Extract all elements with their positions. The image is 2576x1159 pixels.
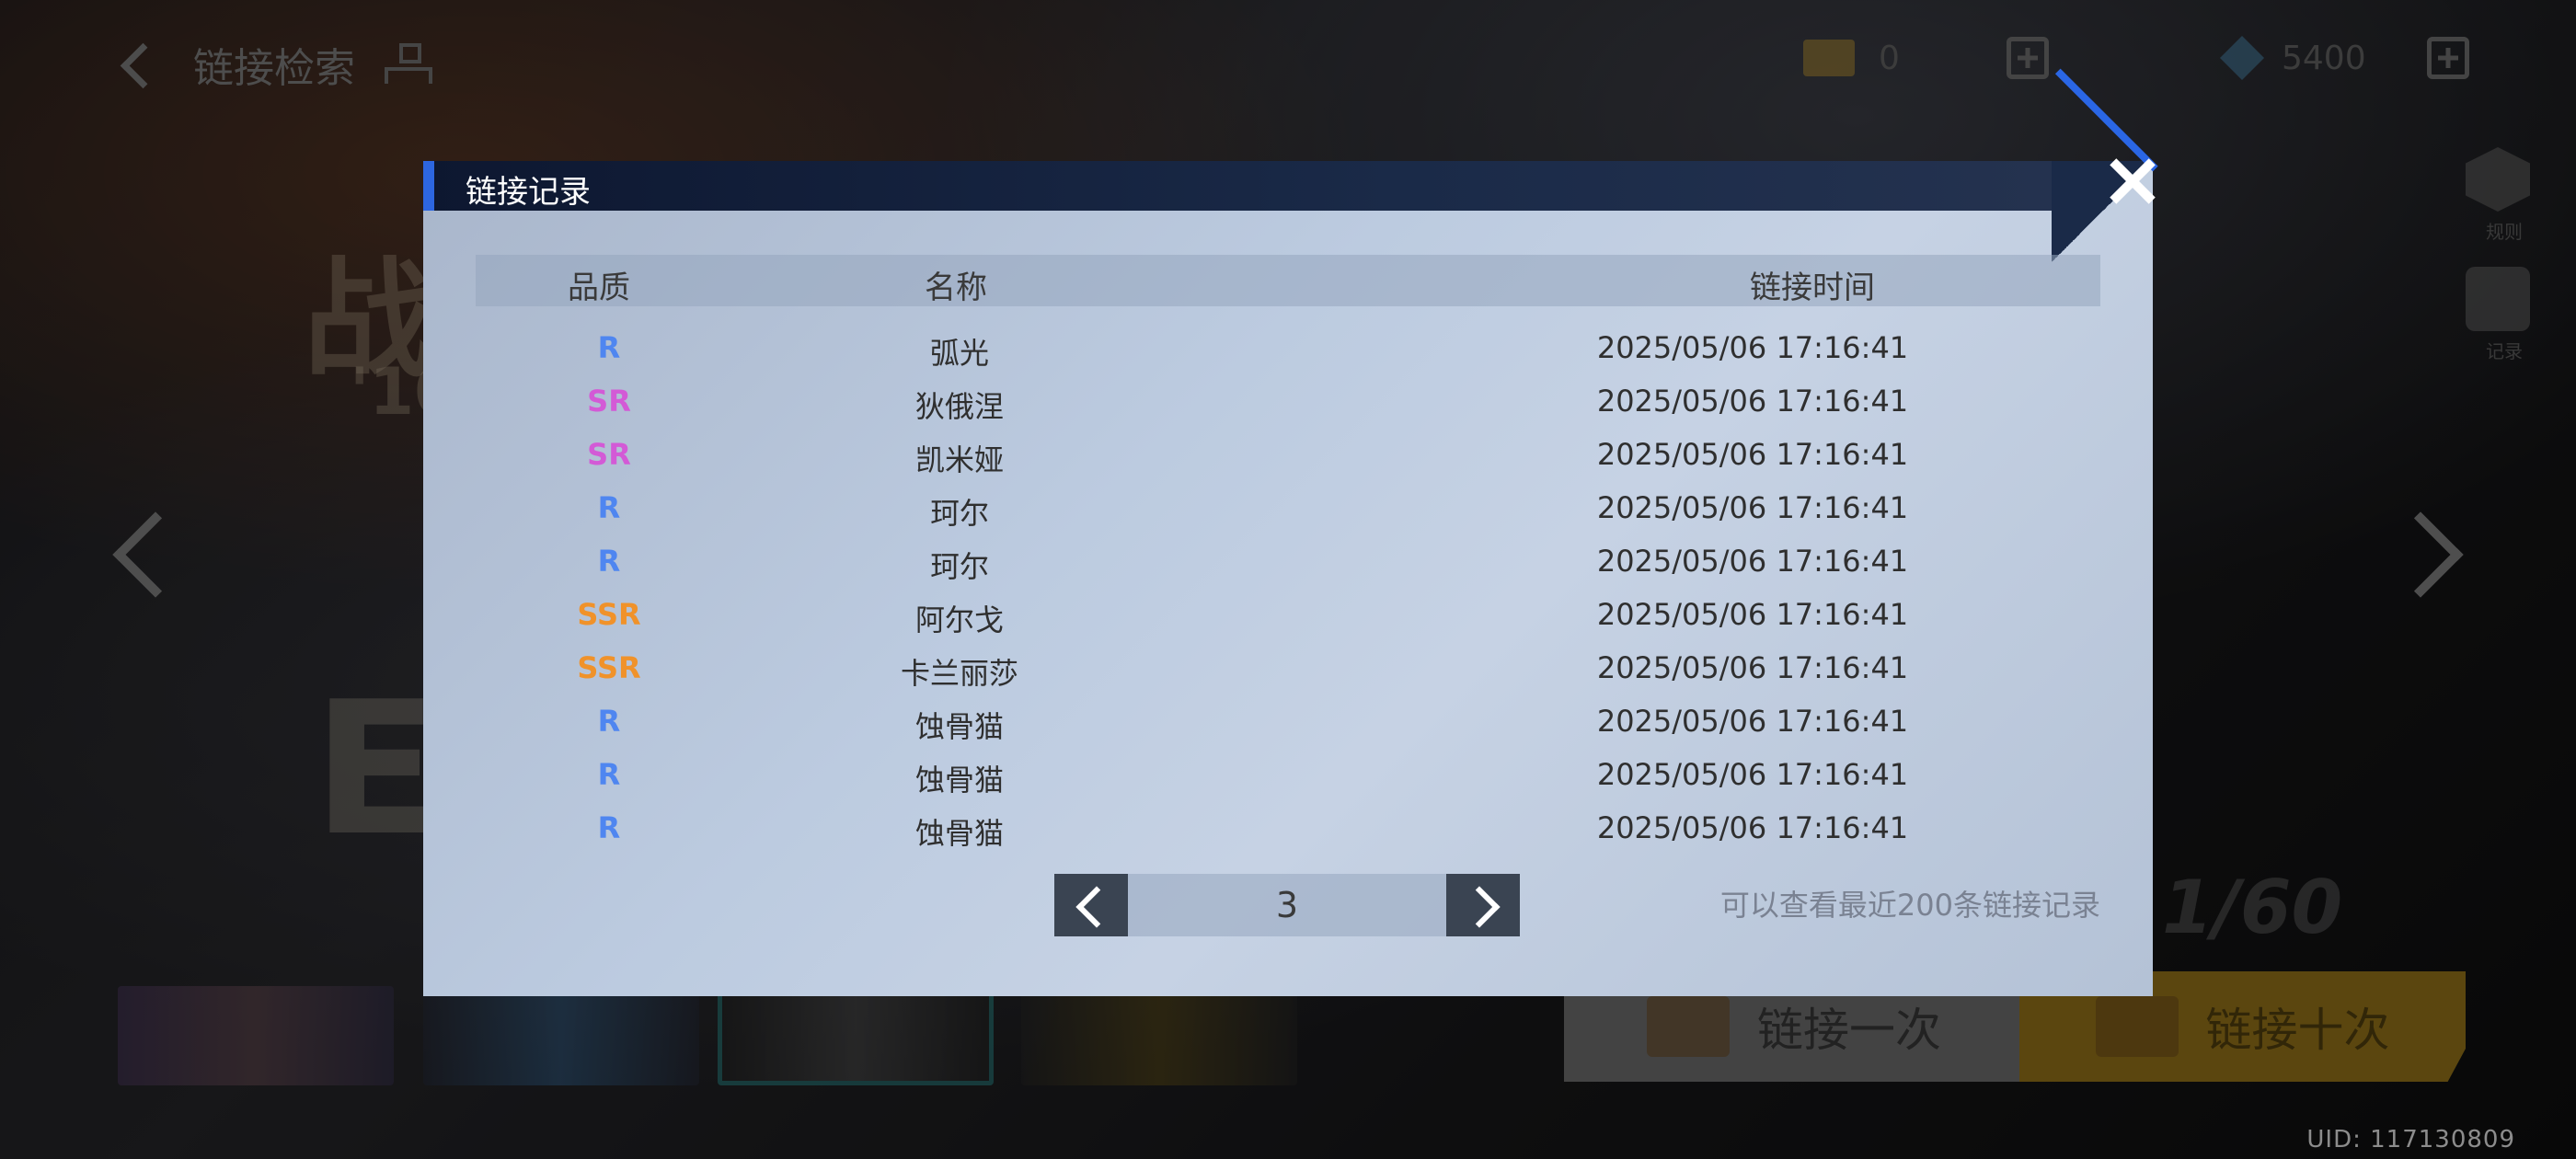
quality-cell: R xyxy=(597,544,621,579)
column-header-name: 名称 xyxy=(925,270,987,306)
table-row: SSR 卡兰丽莎 2025/05/06 17:16:41 xyxy=(423,645,2153,698)
table-row: R 蚀骨猫 2025/05/06 17:16:41 xyxy=(423,752,2153,805)
time-cell: 2025/05/06 17:16:41 xyxy=(1596,437,1909,472)
table-header: 品质 名称 链接时间 xyxy=(476,255,2100,306)
time-cell: 2025/05/06 17:16:41 xyxy=(1596,810,1909,845)
quality-cell: SSR xyxy=(577,597,641,632)
name-cell: 卡兰丽莎 xyxy=(900,656,1019,691)
record-limit-note: 可以查看最近200条链接记录 xyxy=(1719,888,2100,923)
name-cell: 弧光 xyxy=(929,336,990,371)
table-row: R 珂尔 2025/05/06 17:16:41 xyxy=(423,538,2153,591)
name-cell: 狄俄涅 xyxy=(914,389,1005,424)
chevron-left-icon xyxy=(1075,886,1118,928)
name-cell: 珂尔 xyxy=(929,496,990,531)
time-cell: 2025/05/06 17:16:41 xyxy=(1596,330,1909,365)
time-cell: 2025/05/06 17:16:41 xyxy=(1596,490,1909,525)
name-cell: 凯米娅 xyxy=(914,442,1005,477)
name-cell: 蚀骨猫 xyxy=(914,709,1005,744)
quality-cell: SR xyxy=(587,437,631,472)
table-row: SSR 阿尔戈 2025/05/06 17:16:41 xyxy=(423,591,2153,645)
table-row: SR 狄俄涅 2025/05/06 17:16:41 xyxy=(423,378,2153,431)
page-number: 3 xyxy=(1128,874,1446,936)
close-icon[interactable] xyxy=(2099,149,2166,215)
column-header-time: 链接时间 xyxy=(1750,270,1875,306)
link-record-dialog: 链接记录 品质 名称 链接时间 R 弧光 2025/05/06 17:16:41 SR… xyxy=(423,68,2158,996)
quality-cell: R xyxy=(597,810,621,845)
previous-page-button[interactable] xyxy=(1054,874,1128,936)
table-row: R 蚀骨猫 2025/05/06 17:16:41 xyxy=(423,805,2153,858)
time-cell: 2025/05/06 17:16:41 xyxy=(1596,544,1909,579)
name-cell: 珂尔 xyxy=(929,549,990,584)
quality-cell: SSR xyxy=(577,650,641,685)
column-header-quality: 品质 xyxy=(568,270,630,306)
time-cell: 2025/05/06 17:16:41 xyxy=(1596,650,1909,685)
time-cell: 2025/05/06 17:16:41 xyxy=(1596,757,1909,792)
quality-cell: R xyxy=(597,490,621,525)
chevron-right-icon xyxy=(1458,886,1501,928)
quality-cell: SR xyxy=(587,384,631,419)
quality-cell: R xyxy=(597,330,621,365)
table-row: SR 凯米娅 2025/05/06 17:16:41 xyxy=(423,431,2153,485)
dialog-title: 链接记录 xyxy=(466,174,591,211)
time-cell: 2025/05/06 17:16:41 xyxy=(1596,597,1909,632)
quality-cell: R xyxy=(597,757,621,792)
table-row: R 珂尔 2025/05/06 17:16:41 xyxy=(423,485,2153,538)
dialog-header: 链接记录 xyxy=(423,161,2052,211)
name-cell: 蚀骨猫 xyxy=(914,763,1005,798)
quality-cell: R xyxy=(597,704,621,739)
table-row: R 弧光 2025/05/06 17:16:41 xyxy=(423,325,2153,378)
time-cell: 2025/05/06 17:16:41 xyxy=(1596,384,1909,419)
next-page-button[interactable] xyxy=(1446,874,1520,936)
time-cell: 2025/05/06 17:16:41 xyxy=(1596,704,1909,739)
table-row: R 蚀骨猫 2025/05/06 17:16:41 xyxy=(423,698,2153,752)
header-accent xyxy=(423,161,434,211)
name-cell: 蚀骨猫 xyxy=(914,816,1005,851)
name-cell: 阿尔戈 xyxy=(914,602,1005,637)
